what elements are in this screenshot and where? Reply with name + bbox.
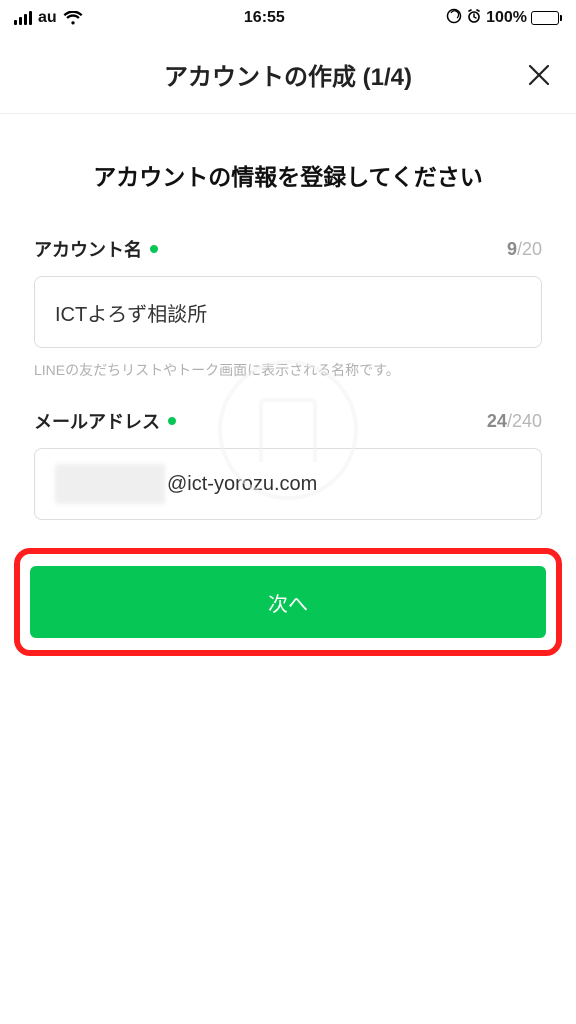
battery-percent: 100%: [486, 9, 527, 27]
account-name-field: アカウント名 9/20 ICTよろず相談所 LINEの友だちリストやトーク画面に…: [34, 236, 542, 380]
close-button[interactable]: [526, 62, 552, 88]
page-title: アカウントの作成 (1/4): [164, 57, 412, 92]
wifi-icon: [63, 11, 83, 25]
account-name-hint: LINEの友だちリストやトーク画面に表示される名称です。: [34, 360, 542, 380]
cellular-signal-icon: [14, 11, 32, 25]
battery-icon: [531, 11, 562, 25]
email-field: メールアドレス 24/240 @ict-yorozu.com: [34, 408, 542, 520]
status-bar: au 16:55 100%: [0, 0, 576, 36]
email-input[interactable]: @ict-yorozu.com: [34, 448, 542, 520]
account-name-value: ICTよろず相談所: [55, 298, 207, 327]
next-button[interactable]: 次へ: [30, 566, 546, 638]
orientation-lock-icon: [446, 8, 462, 29]
required-dot-icon: [150, 245, 158, 253]
alarm-icon: [466, 8, 482, 29]
nav-bar: アカウントの作成 (1/4): [0, 36, 576, 114]
redacted-mask: [55, 464, 165, 504]
highlight-box: 次へ: [14, 548, 562, 656]
clock: 16:55: [244, 9, 285, 27]
email-label: メールアドレス: [34, 408, 160, 434]
carrier-label: au: [38, 9, 57, 27]
required-dot-icon: [168, 417, 176, 425]
account-name-label: アカウント名: [34, 236, 142, 262]
account-name-counter: 9/20: [507, 239, 542, 260]
form-heading: アカウントの情報を登録してください: [34, 158, 542, 192]
account-name-input[interactable]: ICTよろず相談所: [34, 276, 542, 348]
email-visible-part: @ict-yorozu.com: [167, 473, 317, 496]
email-counter: 24/240: [487, 411, 542, 432]
close-icon: [526, 62, 552, 88]
